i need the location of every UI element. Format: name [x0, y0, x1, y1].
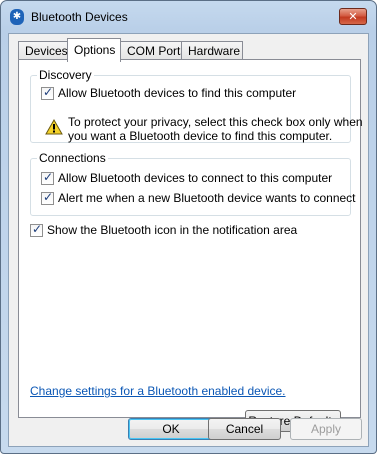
allow-find-checkbox[interactable]	[41, 85, 54, 100]
allow-connect-checkbox[interactable]	[41, 170, 54, 185]
ok-button[interactable]: OK	[128, 418, 214, 440]
connections-group: Connections Allow Bluetooth devices to c…	[30, 151, 356, 216]
tab-devices[interactable]: Devices	[18, 41, 68, 61]
tab-com-ports[interactable]: COM Ports	[120, 41, 186, 61]
allow-find-checkbox-row[interactable]: Allow Bluetooth devices to find this com…	[41, 85, 296, 101]
show-icon-checkbox[interactable]	[30, 222, 43, 237]
dialog-window: ✱ Bluetooth Devices ✕ Devices Options CO…	[0, 0, 377, 454]
change-settings-link[interactable]: Change settings for a Bluetooth enabled …	[30, 384, 286, 398]
allow-find-label: Allow Bluetooth devices to find this com…	[58, 86, 297, 100]
allow-connect-checkbox-row[interactable]: Allow Bluetooth devices to connect to th…	[41, 170, 332, 186]
discovery-title: Discovery	[37, 68, 94, 82]
close-icon: ✕	[348, 10, 358, 23]
window-title: Bluetooth Devices	[31, 10, 128, 24]
alert-checkbox[interactable]	[41, 190, 54, 205]
connections-title: Connections	[37, 151, 108, 165]
dialog-body: Devices Options COM Ports Hardware Disco…	[8, 33, 369, 447]
alert-label: Alert me when a new Bluetooth device wan…	[58, 191, 356, 205]
options-panel: Discovery Allow Bluetooth devices to fin…	[18, 59, 363, 432]
privacy-warning-text: To protect your privacy, select this che…	[68, 115, 363, 143]
close-button[interactable]: ✕	[339, 8, 367, 25]
warning-icon	[45, 119, 63, 135]
bluetooth-icon: ✱	[10, 9, 24, 25]
allow-connect-label: Allow Bluetooth devices to connect to th…	[58, 171, 333, 185]
tab-hardware[interactable]: Hardware	[181, 41, 243, 61]
tab-options[interactable]: Options	[67, 38, 121, 62]
alert-checkbox-row[interactable]: Alert me when a new Bluetooth device wan…	[41, 190, 356, 206]
cancel-button[interactable]: Cancel	[208, 418, 281, 440]
discovery-group: Discovery Allow Bluetooth devices to fin…	[30, 68, 363, 143]
show-icon-label: Show the Bluetooth icon in the notificat…	[47, 223, 298, 237]
show-icon-checkbox-row[interactable]: Show the Bluetooth icon in the notificat…	[30, 222, 297, 238]
apply-button[interactable]: Apply	[290, 418, 362, 440]
title-bar[interactable]: ✱ Bluetooth Devices ✕	[1, 1, 376, 33]
